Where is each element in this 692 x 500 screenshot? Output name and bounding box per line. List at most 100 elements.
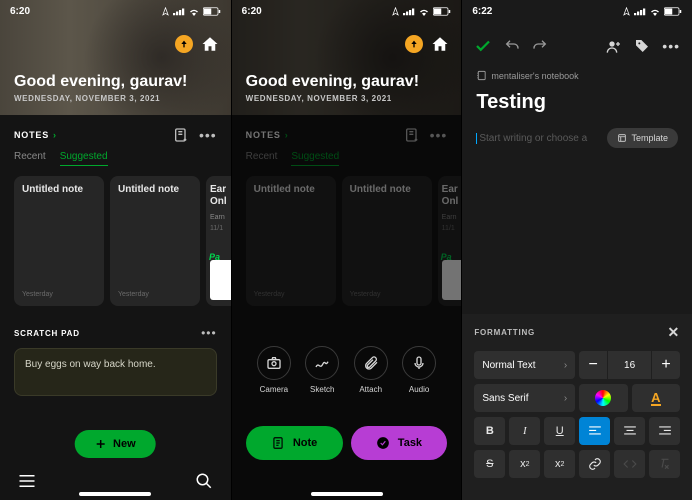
font-size-value: 16	[608, 351, 651, 379]
note-title: Untitled note	[22, 184, 96, 195]
notes-section-header: NOTES› •••	[0, 115, 231, 151]
color-wheel-icon	[595, 390, 611, 406]
notebook-breadcrumb[interactable]: mentaliser's notebook	[462, 66, 692, 85]
formatting-title: FORMATTING	[474, 328, 535, 337]
audio-action[interactable]: Audio	[402, 346, 436, 394]
home-indicator[interactable]	[311, 492, 383, 496]
sketch-action[interactable]: Sketch	[305, 346, 339, 394]
align-right-icon	[658, 425, 672, 437]
subscript-button[interactable]: x2	[544, 450, 575, 478]
home-indicator[interactable]	[79, 492, 151, 496]
italic-button[interactable]: I	[509, 417, 540, 445]
underline-button[interactable]: U	[544, 417, 575, 445]
template-button[interactable]: Template	[607, 128, 678, 148]
upgrade-icon[interactable]	[175, 35, 193, 53]
camera-icon	[266, 355, 282, 371]
signal-icon	[634, 7, 646, 16]
wifi-icon	[418, 7, 430, 16]
task-icon	[376, 436, 390, 450]
note-card[interactable]: Untitled note Yesterday	[14, 176, 104, 306]
more-icon[interactable]: •••	[199, 127, 217, 143]
scratch-pad-input[interactable]: Buy eggs on way back home.	[14, 348, 217, 396]
signal-icon	[403, 7, 415, 16]
clear-format-button[interactable]	[649, 450, 680, 478]
align-left-icon	[588, 425, 602, 437]
editor-body[interactable]: Start writing or choose a Template	[462, 120, 692, 156]
link-button[interactable]	[579, 450, 610, 478]
paragraph-style-select[interactable]: Normal Text ›	[474, 351, 575, 379]
home-icon[interactable]	[431, 35, 449, 53]
create-pills: Note Task	[232, 426, 462, 460]
font-family-select[interactable]: Sans Serif ›	[474, 384, 575, 412]
scratch-text: Buy eggs on way back home.	[25, 359, 206, 370]
scratch-pad-section: SCRATCH PAD ••• Buy eggs on way back hom…	[0, 326, 231, 396]
undo-icon[interactable]	[504, 38, 520, 54]
home-screen: 6:20 Good evening, gaurav! WEDNESDAY, NO…	[0, 0, 231, 500]
upgrade-icon[interactable]	[405, 35, 423, 53]
align-center-button[interactable]	[614, 417, 645, 445]
wifi-icon	[649, 7, 661, 16]
notes-row[interactable]: Untitled note Yesterday Untitled note Ye…	[0, 176, 231, 306]
font-size-stepper: − 16 +	[579, 351, 680, 379]
note-card[interactable]: Untitled note Yesterday	[110, 176, 200, 306]
close-icon[interactable]: ✕	[667, 324, 680, 341]
create-actions: Camera Sketch Attach Audio	[232, 346, 462, 394]
scratch-title: SCRATCH PAD	[14, 329, 80, 338]
create-overlay-screen: 6:20 Good evening, gaurav! WEDNESDAY, NO…	[231, 0, 462, 500]
date-text: WEDNESDAY, NOVEMBER 3, 2021	[246, 94, 448, 103]
notes-title[interactable]: NOTES›	[14, 130, 57, 140]
redo-icon[interactable]	[532, 38, 548, 54]
status-icons	[391, 7, 451, 16]
tag-icon[interactable]	[634, 38, 650, 54]
greeting-text: Good evening, gaurav!	[246, 73, 448, 91]
strikethrough-button[interactable]: S	[474, 450, 505, 478]
status-bar: 6:20	[0, 0, 231, 22]
attach-action[interactable]: Attach	[354, 346, 388, 394]
tab-recent[interactable]: Recent	[14, 151, 46, 166]
sketch-icon	[314, 355, 330, 371]
highlight-button[interactable]: A	[632, 384, 680, 412]
decrease-button[interactable]: −	[579, 351, 607, 379]
status-icons	[161, 7, 221, 16]
note-add-icon[interactable]	[173, 127, 189, 143]
status-bar: 6:20	[232, 0, 462, 22]
menu-icon[interactable]	[18, 474, 36, 488]
align-center-icon	[623, 425, 637, 437]
editor-screen: 6:22 ••• mentaliser's notebook Testing S…	[461, 0, 692, 500]
tab-suggested[interactable]: Suggested	[60, 151, 108, 166]
bold-button[interactable]: B	[474, 417, 505, 445]
note-card-partial[interactable]: Ear Onl Earn 11/1 Pa	[206, 176, 231, 306]
highlight-icon: A	[651, 391, 660, 406]
task-button[interactable]: Task	[351, 426, 448, 460]
battery-icon	[433, 7, 451, 16]
formatting-panel: FORMATTING ✕ Normal Text › − 16 + Sans S…	[462, 314, 692, 500]
camera-action[interactable]: Camera	[257, 346, 291, 394]
note-title[interactable]: Testing	[462, 85, 692, 120]
signal-icon	[173, 7, 185, 16]
search-icon[interactable]	[195, 472, 213, 490]
audio-icon	[411, 355, 427, 371]
code-icon	[623, 457, 637, 471]
text-color-button[interactable]	[579, 384, 627, 412]
increase-button[interactable]: +	[652, 351, 680, 379]
date-text: WEDNESDAY, NOVEMBER 3, 2021	[14, 94, 217, 103]
note-date: Yesterday	[22, 291, 96, 298]
template-icon	[617, 133, 627, 143]
align-right-button[interactable]	[649, 417, 680, 445]
more-icon[interactable]: •••	[201, 326, 217, 340]
location-icon	[161, 7, 170, 16]
new-button[interactable]: New	[75, 430, 156, 458]
chevron-right-icon: ›	[53, 130, 57, 140]
done-icon[interactable]	[474, 37, 492, 55]
code-button[interactable]	[614, 450, 645, 478]
align-left-button[interactable]	[579, 417, 610, 445]
plus-icon	[95, 438, 107, 450]
chevron-right-icon: ›	[564, 360, 567, 371]
attach-icon	[363, 355, 379, 371]
superscript-button[interactable]: x2	[509, 450, 540, 478]
more-icon[interactable]: •••	[662, 38, 680, 54]
home-icon[interactable]	[201, 35, 219, 53]
note-button[interactable]: Note	[246, 426, 343, 460]
note-date: Yesterday	[118, 291, 192, 298]
share-icon[interactable]	[606, 38, 622, 54]
